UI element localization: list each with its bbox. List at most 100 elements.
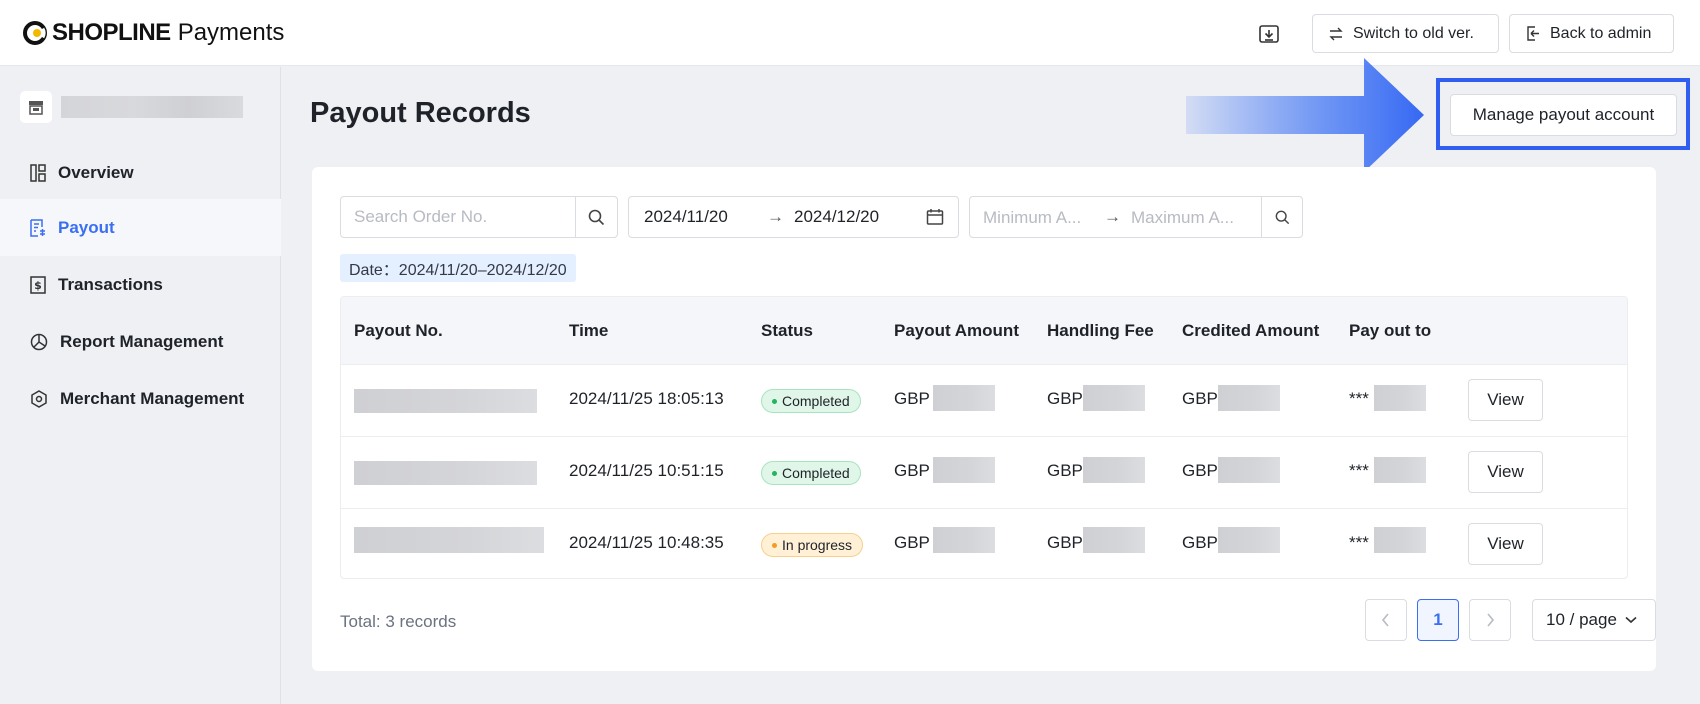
sidebar-item-label: Report Management (60, 331, 224, 351)
logo-brand: SHOPLINE (52, 19, 171, 46)
handling-fee-redacted (1083, 457, 1145, 483)
logo-mark-icon (23, 21, 47, 45)
column-header: Handling Fee (1047, 321, 1154, 340)
handling-fee-currency: GBP (1047, 533, 1083, 552)
logo[interactable]: SHOPLINE Payments (22, 18, 284, 48)
table-header: Payout No. Time Status Payout Amount Han… (341, 297, 1627, 365)
column-header: Time (569, 321, 609, 340)
table-row: 2024/11/25 10:51:15 Completed GBP GBP GB… (341, 437, 1627, 509)
status-label: In progress (782, 537, 853, 553)
table-row: 2024/11/25 18:05:13 Completed GBP GBP GB… (341, 365, 1627, 437)
pie-chart-icon (30, 333, 48, 350)
view-button[interactable]: View (1468, 523, 1543, 565)
chevron-left-icon (1381, 613, 1389, 627)
column-header: Credited Amount (1182, 321, 1320, 340)
search-button[interactable] (575, 197, 617, 237)
column-header: Status (761, 321, 813, 340)
sidebar-item-label: Overview (58, 162, 134, 182)
status-dot (772, 470, 777, 476)
status-dot (772, 398, 777, 404)
range-arrow: → (1104, 207, 1121, 226)
date-start[interactable]: 2024/11/20 (644, 207, 728, 227)
sidebar-item-label: Merchant Management (60, 388, 245, 408)
status-label: Completed (782, 465, 850, 481)
switch-old-version-label: Switch to old ver. (1353, 24, 1474, 42)
switch-arrows-icon (1329, 27, 1343, 40)
manage-payout-account-button[interactable]: Manage payout account (1450, 94, 1677, 136)
next-page-button[interactable] (1469, 599, 1511, 641)
date-filter-tag: Date：2024/11/20–2024/12/20 (340, 254, 576, 282)
store-name-redacted (61, 96, 243, 118)
search-order-input[interactable]: Search Order No. (341, 197, 575, 237)
payout-amount-currency: GBP (894, 533, 930, 552)
dollar-doc-icon: $ (30, 275, 46, 294)
annotation-arrow (1186, 58, 1424, 172)
payout-amount-currency: GBP (894, 389, 930, 408)
page-size-select[interactable]: 10 / page (1532, 599, 1656, 641)
sidebar-item-report-management[interactable]: Report Management (0, 313, 281, 370)
credited-amount-redacted (1218, 527, 1280, 553)
sidebar-item-overview[interactable]: Overview (0, 144, 281, 201)
sidebar-item-merchant-management[interactable]: Merchant Management (0, 370, 281, 427)
handling-fee-redacted (1083, 385, 1145, 411)
payout-table: Payout No. Time Status Payout Amount Han… (340, 296, 1628, 579)
handling-fee-currency: GBP (1047, 461, 1083, 480)
payout-amount-redacted (933, 457, 995, 483)
payout-amount-currency: GBP (894, 461, 930, 480)
store-switcher[interactable] (20, 91, 243, 123)
status-badge: In progress (761, 533, 864, 557)
handling-fee-currency: GBP (1047, 389, 1083, 408)
page-title: Payout Records (310, 97, 531, 129)
pay-out-to-redacted (1374, 385, 1426, 411)
order-search: Search Order No. (340, 196, 618, 238)
sidebar-item-label: Payout (58, 217, 115, 237)
download-icon[interactable] (1255, 20, 1283, 48)
minimum-amount-input[interactable]: Minimum A... (983, 208, 1081, 228)
payout-no-redacted (354, 527, 544, 553)
sidebar-item-label: Transactions (58, 274, 163, 294)
svg-text:$: $ (34, 279, 42, 292)
pay-out-to-mask: *** (1349, 461, 1369, 480)
store-icon (20, 91, 52, 123)
column-header: Payout Amount (894, 321, 1019, 340)
search-icon (588, 209, 605, 225)
page-number-button[interactable]: 1 (1417, 599, 1459, 641)
payout-amount-redacted (933, 385, 995, 411)
calendar-icon (926, 209, 944, 225)
sidebar-item-transactions[interactable]: $ Transactions (0, 256, 281, 313)
switch-old-version-button[interactable]: Switch to old ver. (1312, 14, 1499, 53)
pay-out-to-mask: *** (1349, 533, 1369, 552)
sidebar-item-payout[interactable]: Payout (0, 199, 281, 256)
date-range-picker[interactable]: 2024/11/20 → 2024/12/20 (628, 196, 959, 238)
payout-doc-icon (30, 218, 45, 237)
pay-out-to-redacted (1374, 457, 1426, 483)
credited-amount-currency: GBP (1182, 389, 1218, 408)
view-button[interactable]: View (1468, 379, 1543, 421)
total-records: Total: 3 records (340, 612, 457, 631)
payout-no-redacted (354, 461, 537, 485)
amount-search-button[interactable] (1261, 197, 1302, 237)
payout-amount-redacted (933, 527, 995, 553)
amount-range-filter: Minimum A... → Maximum A... (969, 196, 1303, 238)
pay-out-to-mask: *** (1349, 389, 1369, 408)
back-to-admin-button[interactable]: Back to admin (1509, 14, 1674, 53)
table-row: 2024/11/25 10:48:35 In progress GBP GBP … (341, 509, 1627, 578)
view-button[interactable]: View (1468, 451, 1543, 493)
payout-no-redacted (354, 389, 537, 413)
top-bar: SHOPLINE Payments Switch to old ver. Bac… (0, 0, 1700, 66)
credited-amount-redacted (1218, 385, 1280, 411)
hexagon-settings-icon (31, 389, 47, 408)
back-to-admin-label: Back to admin (1550, 24, 1652, 42)
credited-amount-currency: GBP (1182, 461, 1218, 480)
payout-time: 2024/11/25 10:48:35 (569, 533, 724, 552)
page-size-value: 10 / page (1546, 610, 1617, 629)
maximum-amount-input[interactable]: Maximum A... (1131, 208, 1234, 228)
date-end[interactable]: 2024/12/20 (794, 207, 879, 227)
status-badge: Completed (761, 389, 861, 413)
handling-fee-redacted (1083, 527, 1145, 553)
logo-product: Payments (177, 19, 285, 46)
exit-icon (1527, 26, 1539, 41)
previous-page-button[interactable] (1365, 599, 1407, 641)
column-header: Payout No. (354, 321, 443, 340)
chevron-right-icon (1487, 613, 1495, 627)
